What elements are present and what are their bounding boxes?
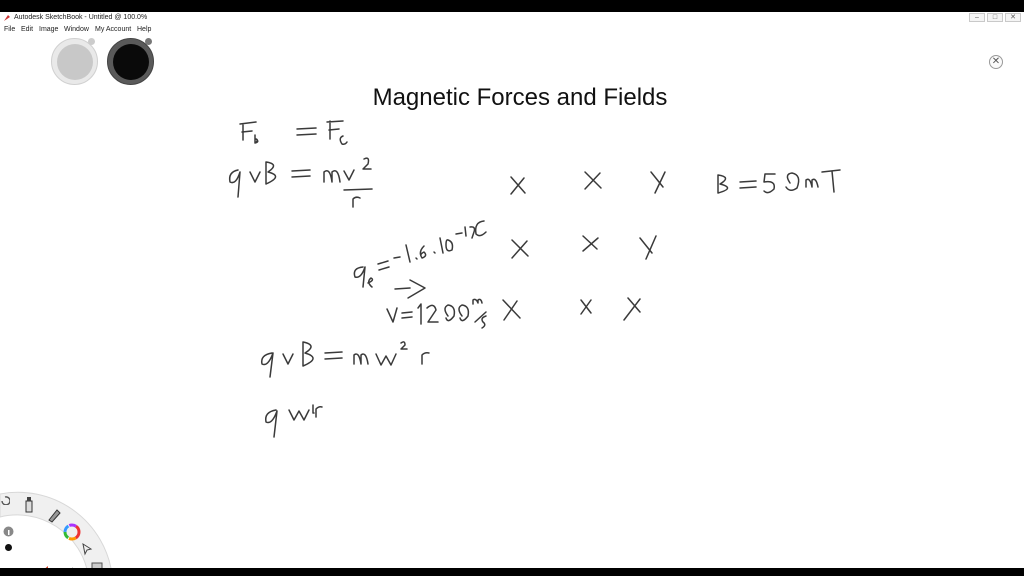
color-wheel-icon[interactable]	[63, 523, 81, 541]
sketchbook-window: Autodesk SketchBook - Untitled @ 100.0% …	[0, 12, 1024, 568]
ink-field-x-row2	[511, 235, 657, 260]
brush-icon[interactable]	[22, 496, 36, 514]
select-icon[interactable]	[80, 542, 94, 556]
lagoon-toolbar	[0, 462, 130, 568]
lagoon-ring	[0, 491, 112, 568]
handwriting-layer	[228, 120, 841, 438]
ink-qe-eq-charge	[353, 220, 487, 288]
ink-field-x-row1	[510, 171, 666, 195]
ink-v-eq-1200	[386, 298, 487, 329]
rotate-icon[interactable]	[0, 495, 10, 505]
layer-icon[interactable]	[90, 561, 104, 568]
marker-icon[interactable]	[46, 507, 62, 523]
ink-qvb-eq-mw2r	[260, 341, 430, 378]
ink-fb-eq-fc	[239, 120, 348, 145]
ink-b-eq-50mt	[717, 169, 841, 194]
dot-icon[interactable]	[4, 543, 13, 552]
ink-field-x-row3	[502, 297, 641, 321]
info-icon[interactable]	[3, 526, 14, 537]
ink-q-w-r	[264, 404, 323, 438]
ink-velocity-arrow	[394, 279, 426, 299]
redo-icon[interactable]	[62, 566, 80, 568]
ink-qvb-eq-mv2-r	[228, 157, 373, 208]
undo-icon[interactable]	[40, 565, 58, 568]
